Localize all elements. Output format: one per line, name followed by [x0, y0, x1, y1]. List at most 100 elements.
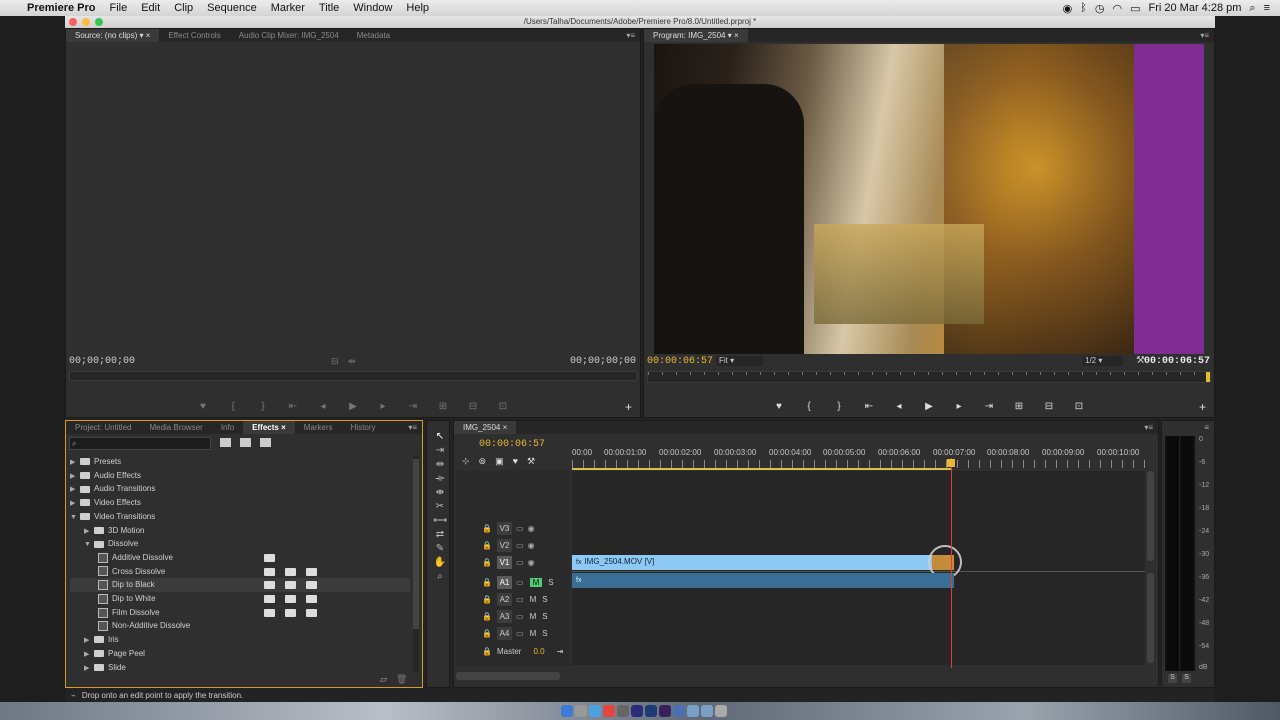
menu-help[interactable]: Help [399, 2, 436, 14]
lock-icon[interactable]: 🔒 [482, 524, 494, 533]
minimize-window-icon[interactable] [82, 18, 90, 26]
panel-menu-icon[interactable]: ≡ [1204, 423, 1209, 432]
marker-icon[interactable]: ♥ [195, 401, 211, 412]
menu-marker[interactable]: Marker [264, 2, 312, 14]
linked-selection-icon[interactable]: ⊚ [479, 456, 487, 467]
timeline-settings-icon[interactable]: ⚒ [527, 456, 535, 467]
hand-tool-icon[interactable]: ✋ [433, 557, 447, 569]
lock-icon[interactable]: 🔒 [482, 612, 494, 621]
step-forward-icon[interactable]: ▸ [951, 401, 967, 412]
tab-media-browser[interactable]: Media Browser [140, 421, 211, 434]
effects-folder[interactable]: ▼ Video Transitions [70, 510, 155, 524]
add-button-icon[interactable]: + [625, 400, 632, 414]
playhead-handle[interactable] [947, 459, 955, 467]
mute-toggle[interactable]: M [530, 629, 537, 638]
track-name[interactable]: V2 [497, 538, 512, 552]
ripple-edit-tool-icon[interactable]: ⇹ [433, 459, 447, 471]
menu-title[interactable]: Title [312, 2, 346, 14]
zoom-tool-icon[interactable]: ⌕ [433, 571, 447, 583]
battery-icon[interactable]: ▭ [1130, 2, 1140, 15]
mail-icon[interactable] [617, 705, 629, 717]
app-menu[interactable]: Premiere Pro [20, 2, 102, 14]
zoom-window-icon[interactable] [95, 18, 103, 26]
timeline-ruler[interactable]: 00:00 00:00:01:00 00:00:02:00 00:00:03:0… [572, 448, 1152, 470]
solo-toggle[interactable]: S [542, 595, 547, 604]
effects-folder[interactable]: ▶ Iris [70, 633, 119, 647]
tab-history[interactable]: History [342, 421, 385, 434]
step-back-icon[interactable]: ◂ [891, 401, 907, 412]
zoom-select[interactable]: Fit ▾ [716, 356, 763, 366]
step-back-icon[interactable]: ◂ [315, 401, 331, 412]
speaker-icon[interactable]: ▭ [516, 595, 524, 604]
lock-icon[interactable]: 🔒 [482, 647, 494, 656]
source-timecode-out[interactable]: 00;00;00;00 [570, 356, 636, 367]
menubar-clock[interactable]: Fri 20 Mar 4:28 pm [1148, 2, 1241, 14]
source-scrubber[interactable] [69, 371, 637, 381]
close-window-icon[interactable] [69, 18, 77, 26]
app-icon[interactable] [673, 705, 685, 717]
insert-icon[interactable]: ⊞ [435, 401, 451, 412]
snap-icon[interactable]: ⊹ [462, 456, 470, 467]
extract-icon[interactable]: ⊟ [1041, 401, 1057, 412]
panel-menu-icon[interactable]: ▾≡ [626, 31, 635, 40]
program-scrubber[interactable] [647, 371, 1211, 383]
go-to-out-icon[interactable]: ⇥ [405, 401, 421, 412]
disclosure-closed-icon[interactable]: ▶ [70, 456, 78, 470]
rolling-edit-tool-icon[interactable]: ⟛ [433, 473, 447, 485]
disclosure-closed-icon[interactable]: ▶ [84, 648, 92, 662]
rate-stretch-tool-icon[interactable]: ⇼ [433, 487, 447, 499]
mark-in-icon[interactable]: { [801, 401, 817, 412]
tab-source[interactable]: Source: (no clips) ▾ × [66, 29, 160, 42]
add-button-icon[interactable]: + [1199, 400, 1206, 414]
eye-icon[interactable]: ◉ [528, 524, 535, 533]
effect-item[interactable]: Film Dissolve [70, 606, 317, 620]
export-frame-icon[interactable]: ⊡ [495, 401, 511, 412]
audio-clip[interactable]: fx [572, 573, 954, 588]
program-timecode-duration[interactable]: 00:00:06:57 [1144, 356, 1210, 367]
tab-metadata[interactable]: Metadata [348, 29, 399, 42]
track-name[interactable]: A3 [497, 609, 512, 623]
step-forward-icon[interactable]: ▸ [375, 401, 391, 412]
eye-icon[interactable]: ◉ [528, 541, 535, 550]
program-playhead[interactable] [1206, 372, 1210, 382]
slide-tool-icon[interactable]: ⇄ [433, 529, 447, 541]
bluetooth-icon[interactable]: ᛒ [1080, 2, 1087, 14]
menu-file[interactable]: File [102, 2, 134, 14]
settings-icon[interactable]: ⊟ [331, 356, 339, 367]
accelerated-effects-icon[interactable] [220, 438, 231, 447]
panel-menu-icon[interactable]: ▾≡ [1144, 423, 1153, 432]
tab-project[interactable]: Project: Untitled [66, 421, 140, 434]
source-timecode-in[interactable]: 00;00;00;00 [69, 356, 135, 367]
premiere-icon[interactable] [659, 705, 671, 717]
speaker-icon[interactable]: ▭ [516, 612, 524, 621]
effects-folder[interactable]: ▶ Presets [70, 455, 121, 469]
track-select-tool-icon[interactable]: ⇥ [433, 445, 447, 457]
master-volume[interactable]: 0.0 [533, 647, 544, 656]
tab-effects[interactable]: Effects × [243, 421, 295, 434]
menu-edit[interactable]: Edit [134, 2, 167, 14]
film-icon[interactable]: ▭ [516, 541, 524, 550]
spotlight-search-icon[interactable]: ⌕ [1249, 2, 1255, 15]
effects-search-input[interactable]: ⌕ [69, 437, 211, 450]
video-tracks-scrollbar[interactable] [1147, 471, 1154, 561]
finder-icon[interactable] [561, 705, 573, 717]
lift-icon[interactable]: ⊞ [1011, 401, 1027, 412]
effects-folder[interactable]: ▶ 3D Motion [70, 524, 144, 538]
chrome-icon[interactable] [603, 705, 615, 717]
disclosure-open-icon[interactable]: ▼ [70, 511, 78, 525]
solo-left-button[interactable]: S [1168, 674, 1177, 683]
lock-icon[interactable]: 🔒 [482, 578, 494, 587]
disclosure-closed-icon[interactable]: ▶ [84, 634, 92, 648]
yuv-effects-icon[interactable] [260, 438, 271, 447]
lock-icon[interactable]: 🔒 [482, 595, 494, 604]
menu-window[interactable]: Window [346, 2, 399, 14]
mute-toggle[interactable]: M [529, 577, 543, 587]
resolution-select[interactable]: 1/2 ▾ [1082, 356, 1123, 366]
notification-center-icon[interactable]: ≡ [1264, 2, 1270, 14]
effects-scroll-thumb[interactable] [413, 459, 419, 629]
safari-icon[interactable] [589, 705, 601, 717]
effect-item[interactable]: Additive Dissolve [70, 551, 275, 565]
menu-clip[interactable]: Clip [167, 2, 200, 14]
track-name[interactable]: A1 [497, 575, 512, 589]
timeline-timecode[interactable]: 00:00:06:57 [479, 439, 545, 450]
